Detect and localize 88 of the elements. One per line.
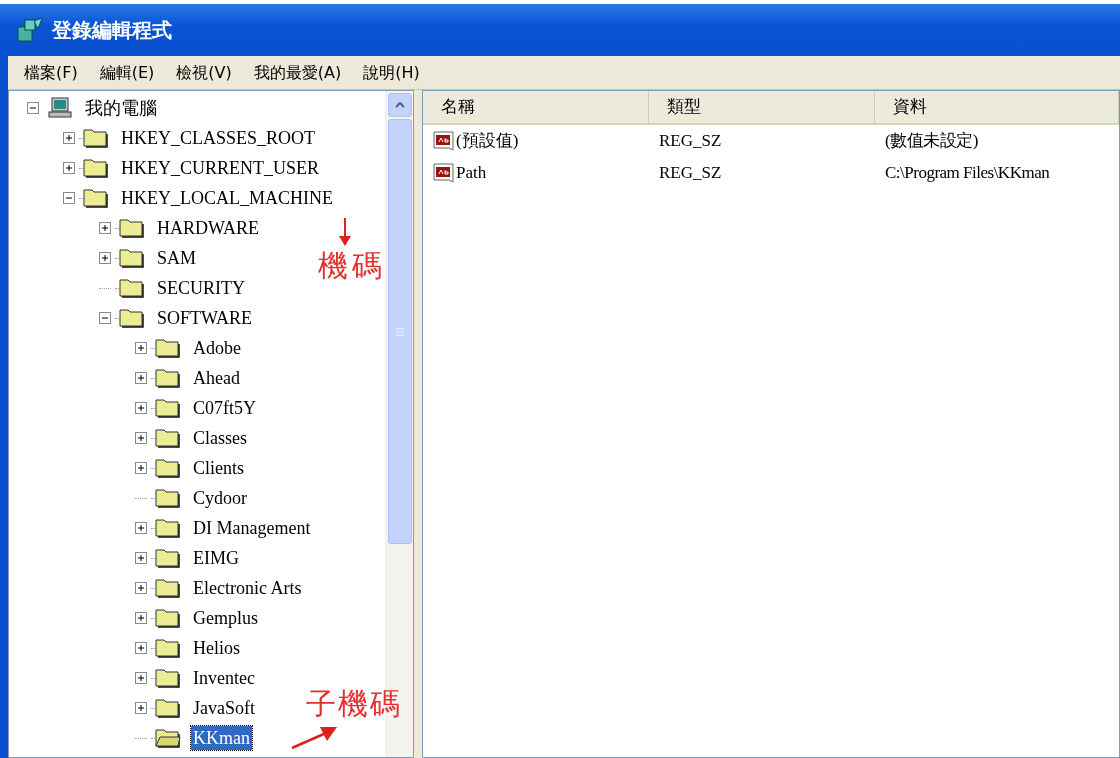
tree-item[interactable]: EIMG (191, 546, 241, 570)
expand-icon[interactable] (135, 582, 147, 594)
tree-item[interactable]: Adobe (191, 336, 243, 360)
tree-item[interactable]: 我的電腦 (83, 96, 159, 120)
expand-icon[interactable] (135, 462, 147, 474)
caret-icon (394, 102, 405, 108)
expand-icon[interactable] (135, 642, 147, 654)
tree-item[interactable]: KKman (191, 726, 252, 750)
down-arrow (338, 218, 352, 246)
open-folder-icon (155, 728, 181, 748)
annotation-label: 子機碼 (306, 686, 402, 722)
tree-item[interactable]: JavaSoft (191, 696, 257, 720)
tree-item[interactable]: HKEY_CURRENT_USER (119, 156, 321, 180)
expand-icon[interactable] (135, 522, 147, 534)
column-header[interactable]: 類型 (649, 91, 875, 123)
value-data: (數值未設定) (884, 130, 979, 153)
tree-item[interactable]: Cydoor (191, 486, 249, 510)
folder-icon (155, 458, 181, 478)
scroll-thumb[interactable] (387, 119, 412, 544)
expand-icon[interactable] (135, 402, 147, 414)
folder-icon (119, 248, 145, 268)
string-value-icon (433, 130, 455, 152)
value-data: C:\Program Files\KKman (884, 162, 1051, 185)
expand-icon[interactable] (63, 132, 75, 144)
menu-item[interactable]: 說明(H) (363, 60, 420, 85)
expand-icon[interactable] (135, 672, 147, 684)
expand-icon[interactable] (99, 222, 111, 234)
registry-cubes-icon (16, 17, 44, 43)
folder-icon (155, 338, 181, 358)
tree-item[interactable]: Ahead (191, 366, 242, 390)
scroll-up-button[interactable] (387, 93, 412, 117)
computer-icon (47, 97, 73, 119)
menu-item[interactable]: 我的最愛(A) (253, 60, 342, 85)
folder-icon (119, 278, 145, 298)
tree-item[interactable]: HKEY_LOCAL_MACHINE (119, 186, 335, 210)
menu-item[interactable]: 編輯(E) (99, 60, 155, 85)
tree-item[interactable]: DI Management (191, 516, 313, 540)
folder-icon (155, 668, 181, 688)
expand-icon[interactable] (135, 552, 147, 564)
expand-icon[interactable] (63, 162, 75, 174)
tree-item[interactable]: SAM (155, 246, 198, 270)
tree-item[interactable]: Clients (191, 456, 246, 480)
folder-icon (155, 608, 181, 628)
folder-icon (83, 128, 109, 148)
tree-item[interactable]: Inventec (191, 666, 257, 690)
collapse-icon[interactable] (99, 312, 111, 324)
tree-item[interactable]: Classes (191, 426, 249, 450)
value-name[interactable]: (預設值) (456, 128, 519, 154)
value-type: REG_SZ (658, 162, 723, 185)
expand-icon[interactable] (99, 252, 111, 264)
menu-item[interactable]: 檢視(V) (176, 60, 232, 85)
folder-icon (155, 398, 181, 418)
menu-item[interactable]: 檔案(F) (24, 60, 78, 85)
tree-item[interactable]: HARDWARE (155, 216, 261, 240)
tree-item[interactable]: SECURITY (155, 276, 247, 300)
string-value-icon (433, 162, 455, 184)
folder-icon (155, 518, 181, 538)
tree-item[interactable]: Helios (191, 636, 242, 660)
folder-icon (119, 308, 145, 328)
tree-item[interactable]: C07ft5Y (191, 396, 258, 420)
collapse-icon[interactable] (63, 192, 75, 204)
window-title: 登錄編輯程式 (52, 17, 172, 44)
folder-icon (83, 158, 109, 178)
tree-item[interactable]: SOFTWARE (155, 306, 254, 330)
tree-item[interactable]: Electronic Arts (191, 576, 304, 600)
value-type: REG_SZ (658, 130, 723, 153)
folder-icon (155, 698, 181, 718)
tree-item[interactable]: Gemplus (191, 606, 260, 630)
expand-icon[interactable] (135, 342, 147, 354)
folder-icon (155, 368, 181, 388)
up-right-arrow (290, 724, 338, 750)
expand-icon[interactable] (135, 372, 147, 384)
value-name[interactable]: Path (456, 160, 487, 186)
expand-icon[interactable] (135, 612, 147, 624)
folder-icon (155, 638, 181, 658)
annotation-label: 機碼 (318, 248, 386, 284)
folder-icon (83, 188, 109, 208)
folder-icon (119, 218, 145, 238)
column-header[interactable]: 資料 (875, 91, 1119, 123)
folder-icon (155, 578, 181, 598)
folder-icon (155, 428, 181, 448)
folder-icon (155, 488, 181, 508)
expand-icon[interactable] (135, 702, 147, 714)
tree-item[interactable]: HKEY_CLASSES_ROOT (119, 126, 318, 150)
column-header[interactable]: 名稱 (423, 91, 649, 123)
folder-icon (155, 548, 181, 568)
expand-icon[interactable] (135, 432, 147, 444)
collapse-icon[interactable] (27, 102, 39, 114)
